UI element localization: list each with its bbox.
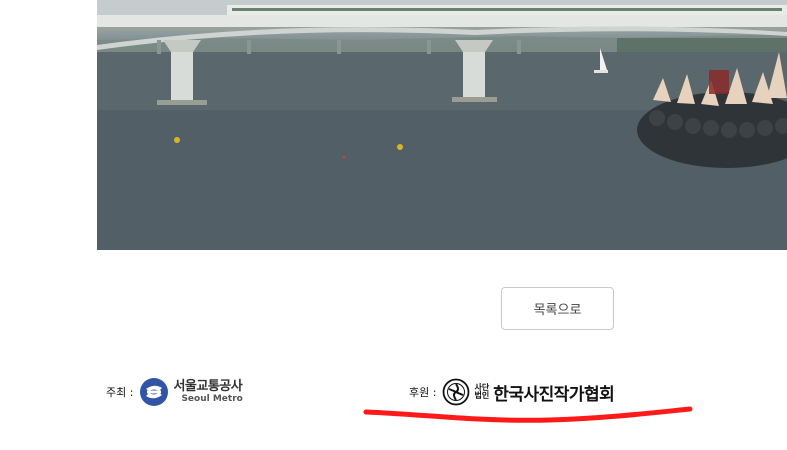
support-label: 후원 : bbox=[409, 386, 437, 399]
han-river-bridge-photo bbox=[97, 0, 787, 250]
seoul-metro-english-name: Seoul Metro bbox=[181, 394, 243, 404]
host-label: 주최 : bbox=[106, 386, 134, 399]
photo-scene bbox=[97, 0, 787, 250]
back-to-list-button[interactable]: 목록으로 bbox=[501, 287, 614, 330]
red-underline-annotation bbox=[363, 406, 693, 423]
host-sponsor: 주최 : 서울교통공사 Seoul Metro bbox=[106, 376, 243, 408]
seoul-metro-logo: 서울교통공사 Seoul Metro bbox=[139, 377, 243, 407]
seoul-metro-korean-name: 서울교통공사 bbox=[173, 379, 243, 394]
seoul-metro-emblem-icon bbox=[140, 378, 169, 406]
